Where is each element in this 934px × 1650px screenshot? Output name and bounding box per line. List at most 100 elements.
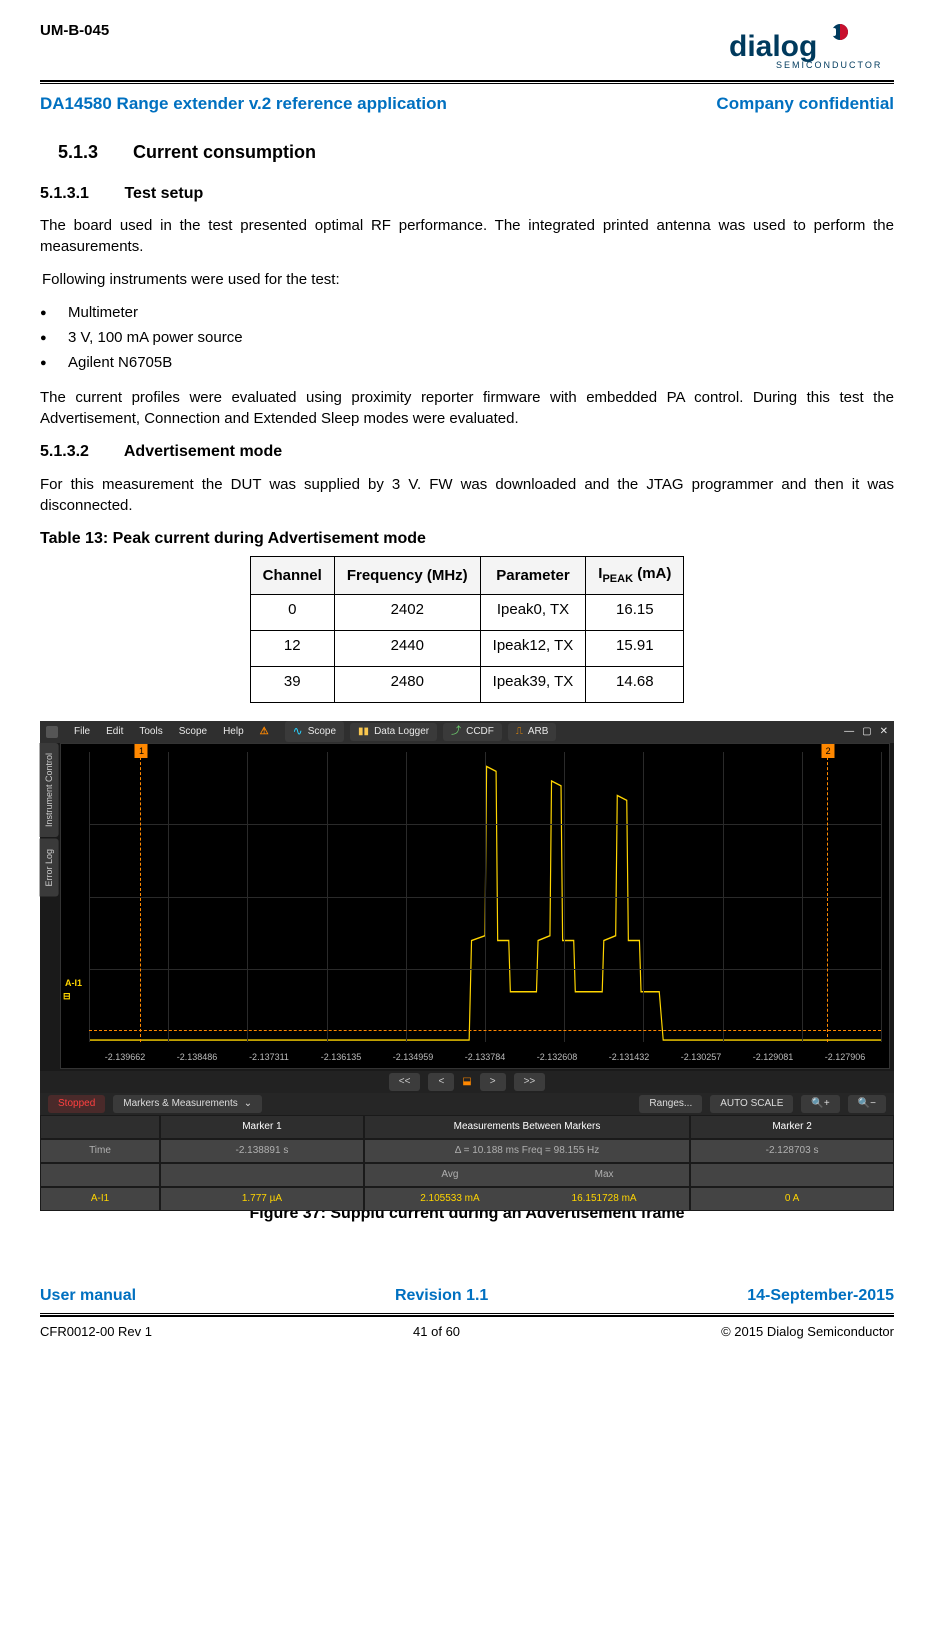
cell: 16.15 bbox=[586, 594, 684, 630]
cell: 2480 bbox=[334, 666, 480, 702]
col-header: Frequency (MHz) bbox=[334, 557, 480, 594]
y-axis-label: A-I1 bbox=[65, 977, 82, 990]
zoom-in-icon[interactable]: 🔍+ bbox=[801, 1095, 839, 1113]
arb-icon: ⎍ bbox=[516, 725, 523, 739]
menu-help[interactable]: Help bbox=[223, 725, 244, 739]
plot-canvas: 1 2 bbox=[89, 752, 881, 1042]
scope-bottom-panel: << < ⬓ > >> Stopped Markers & Measuremen… bbox=[40, 1071, 894, 1211]
meas-avg-label: Avg bbox=[373, 1168, 527, 1182]
meas-m1-value: 1.777 µA bbox=[160, 1187, 364, 1211]
minimize-icon[interactable]: — bbox=[844, 725, 854, 739]
chevron-down-icon: ⌄ bbox=[244, 1097, 252, 1111]
scope-screenshot: File Edit Tools Scope Help ⚠ ∿Scope ▮▮Da… bbox=[40, 721, 894, 1197]
tick: -2.127906 bbox=[809, 1051, 881, 1064]
marker-2[interactable]: 2 bbox=[827, 752, 828, 1042]
col-header: Channel bbox=[250, 557, 334, 594]
cell: 2402 bbox=[334, 594, 480, 630]
meas-sub-blank bbox=[40, 1163, 160, 1187]
cell: Ipeak39, TX bbox=[480, 666, 586, 702]
marker-1[interactable]: 1 bbox=[140, 752, 141, 1042]
marker-horizontal[interactable] bbox=[89, 1030, 881, 1031]
subsection-heading-2: 5.1.3.2 Advertisement mode bbox=[40, 441, 894, 463]
footer-usermanual: User manual bbox=[40, 1285, 136, 1307]
tick: -2.132608 bbox=[521, 1051, 593, 1064]
nav-back-fast[interactable]: << bbox=[389, 1073, 421, 1091]
menu-file[interactable]: File bbox=[74, 725, 90, 739]
doc-title: DA14580 Range extender v.2 reference app… bbox=[40, 92, 447, 116]
col-header: Parameter bbox=[480, 557, 586, 594]
tick: -2.129081 bbox=[737, 1051, 809, 1064]
footer-date: 14-September-2015 bbox=[747, 1285, 894, 1307]
menu-tools[interactable]: Tools bbox=[139, 725, 162, 739]
subsection-title: Test setup bbox=[124, 185, 203, 202]
meas-row-channel: A-I1 bbox=[40, 1187, 160, 1211]
instruments-list: Multimeter 3 V, 100 mA power source Agil… bbox=[40, 302, 894, 373]
subsection-heading-1: 5.1.3.1 Test setup bbox=[40, 183, 894, 205]
side-panels: Instrument Control Error Log bbox=[40, 743, 59, 897]
position-indicator-icon: ⬓ bbox=[462, 1075, 471, 1089]
nav-back[interactable]: < bbox=[428, 1073, 454, 1091]
scope-menubar: File Edit Tools Scope Help ⚠ ∿Scope ▮▮Da… bbox=[40, 721, 894, 743]
footer-revision: Revision 1.1 bbox=[395, 1285, 488, 1307]
footer-cfr: CFR0012-00 Rev 1 bbox=[40, 1323, 152, 1341]
status-row: Stopped Markers & Measurements ⌄ Ranges.… bbox=[40, 1093, 894, 1115]
cell: 2440 bbox=[334, 630, 480, 666]
tick: -2.133784 bbox=[449, 1051, 521, 1064]
meas-delta: Δ = 10.188 ms Freq = 98.155 Hz bbox=[364, 1139, 690, 1163]
wave-icon: ∿ bbox=[293, 723, 303, 740]
footer-copyright: © 2015 Dialog Semiconductor bbox=[721, 1323, 894, 1341]
meas-m1-time: -2.138891 s bbox=[160, 1139, 364, 1163]
mode-tab-scope[interactable]: ∿Scope bbox=[285, 721, 344, 742]
mode-tab-arb[interactable]: ⎍ARB bbox=[508, 723, 557, 741]
nav-fwd-fast[interactable]: >> bbox=[514, 1073, 546, 1091]
doc-id: UM-B-045 bbox=[40, 20, 109, 41]
mode-tab-ccdf[interactable]: ⤴CCDF bbox=[443, 723, 502, 741]
tick: -2.136135 bbox=[305, 1051, 377, 1064]
cell: Ipeak0, TX bbox=[480, 594, 586, 630]
meas-corner bbox=[40, 1115, 160, 1139]
tick: -2.130257 bbox=[665, 1051, 737, 1064]
table-row: 12 2440 Ipeak12, TX 15.91 bbox=[250, 630, 684, 666]
table-caption: Table 13: Peak current during Advertisem… bbox=[40, 528, 894, 550]
marker-2-tag: 2 bbox=[822, 744, 835, 759]
close-icon[interactable]: ✕ bbox=[880, 725, 888, 739]
tick: -2.134959 bbox=[377, 1051, 449, 1064]
nav-row: << < ⬓ > >> bbox=[40, 1071, 894, 1093]
paragraph: The board used in the test presented opt… bbox=[40, 215, 894, 257]
meas-row-time-label: Time bbox=[40, 1139, 160, 1163]
zoom-out-icon[interactable]: 🔍− bbox=[848, 1095, 886, 1113]
paragraph: Following instruments were used for the … bbox=[40, 269, 894, 290]
footer-page: 41 of 60 bbox=[413, 1323, 460, 1341]
nav-fwd[interactable]: > bbox=[480, 1073, 506, 1091]
meas-max-label: Max bbox=[527, 1168, 681, 1182]
autoscale-button[interactable]: AUTO SCALE bbox=[710, 1095, 793, 1113]
confidentiality: Company confidential bbox=[716, 92, 894, 116]
meas-max-value: 16.151728 mA bbox=[527, 1192, 681, 1206]
tick: -2.138486 bbox=[161, 1051, 233, 1064]
paragraph: The current profiles were evaluated usin… bbox=[40, 387, 894, 429]
header-rule bbox=[40, 80, 894, 84]
side-tab-error-log[interactable]: Error Log bbox=[40, 839, 59, 897]
cell: 12 bbox=[250, 630, 334, 666]
datalogger-icon: ▮▮ bbox=[358, 725, 369, 739]
svg-text:dialog: dialog bbox=[729, 30, 817, 63]
meas-between-values: 2.105533 mA 16.151728 mA bbox=[364, 1187, 690, 1211]
tick: -2.137311 bbox=[233, 1051, 305, 1064]
ranges-button[interactable]: Ranges... bbox=[639, 1095, 702, 1113]
plot-area[interactable]: 1 2 A-I1 ⊟ -2.139662 -2.138486 -2.137311… bbox=[60, 743, 890, 1069]
title-row: DA14580 Range extender v.2 reference app… bbox=[40, 92, 894, 116]
tick: -2.139662 bbox=[89, 1051, 161, 1064]
meas-sub-blank bbox=[160, 1163, 364, 1187]
menu-edit[interactable]: Edit bbox=[106, 725, 123, 739]
side-tab-instrument-control[interactable]: Instrument Control bbox=[40, 743, 59, 837]
brand-logo: dialog SEMICONDUCTOR bbox=[694, 20, 894, 78]
cell: 14.68 bbox=[586, 666, 684, 702]
maximize-icon[interactable]: ▢ bbox=[862, 725, 871, 739]
page-header: UM-B-045 dialog SEMICONDUCTOR bbox=[40, 20, 894, 78]
table-row: 39 2480 Ipeak39, TX 14.68 bbox=[250, 666, 684, 702]
mode-tab-datalogger[interactable]: ▮▮Data Logger bbox=[350, 723, 437, 741]
menu-scope[interactable]: Scope bbox=[179, 725, 207, 739]
subsection-num: 5.1.3.2 bbox=[40, 441, 120, 463]
markers-measurements-toggle[interactable]: Markers & Measurements ⌄ bbox=[113, 1095, 262, 1113]
col-header: IPEAK (mA) bbox=[586, 557, 684, 594]
